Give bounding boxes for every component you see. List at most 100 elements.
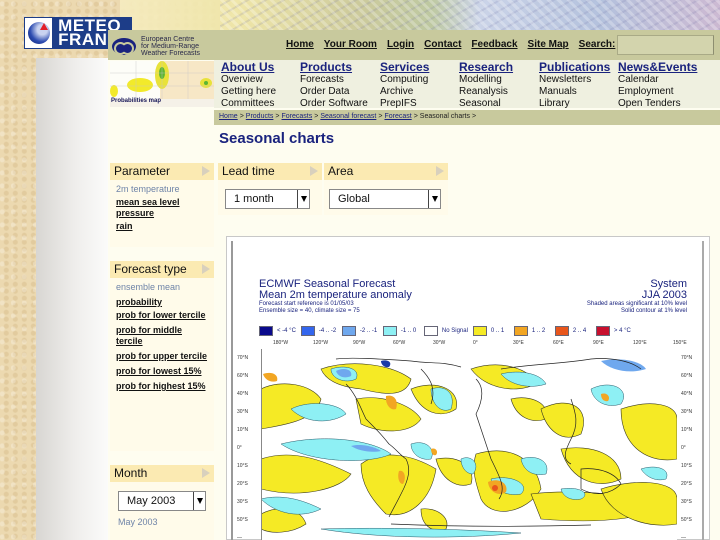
legend-swatch — [341, 326, 356, 336]
legend-swatch — [595, 326, 610, 336]
legend-swatch — [423, 326, 438, 336]
menu-item[interactable]: Library — [539, 98, 610, 110]
menu-item[interactable]: Reanalysis — [459, 86, 513, 98]
meteo-france-globe-icon — [25, 18, 53, 48]
menu-head-about-us[interactable]: About Us — [221, 60, 276, 74]
forecast-type-panel: Forecast type ensemble mean probability … — [110, 261, 214, 451]
menu-head-news-events[interactable]: News&Events — [618, 60, 697, 74]
parameter-option[interactable]: mean sea level pressure — [116, 197, 208, 219]
latitude-label: — — [237, 535, 242, 540]
legend-swatch — [300, 326, 315, 336]
menu-item[interactable]: Committees — [221, 98, 276, 110]
legend-item: > 4 °C — [595, 326, 632, 336]
legend-label: -1 .. 0 — [400, 328, 417, 334]
chart-info-ensemble: Ensemble size = 40, climate size = 75 — [259, 308, 360, 314]
latitude-label: 50°S — [681, 517, 692, 523]
ecmwf-logo[interactable]: European Centre for Medium-Range Weather… — [112, 34, 200, 58]
slide-left-strip — [36, 58, 108, 540]
forecast-type-option[interactable]: probability — [116, 297, 208, 308]
expand-arrow-icon[interactable] — [202, 468, 210, 478]
current-month-label: May 2003 — [118, 517, 158, 527]
menu-item[interactable]: Order Data — [300, 86, 368, 98]
chart-note-contour: Solid contour at 1% level — [620, 308, 687, 314]
legend-item: 1 .. 2 — [513, 326, 550, 336]
parameter-option[interactable]: 2m temperature — [116, 184, 208, 195]
menu-item[interactable]: Modelling — [459, 74, 513, 86]
legend-swatch — [259, 326, 273, 336]
menu-about-us: About Us Overview Getting here Committee… — [221, 60, 276, 110]
expand-arrow-icon[interactable] — [310, 166, 318, 176]
latitude-label: 60°N — [237, 373, 249, 379]
lead-time-panel: Lead time 1 month — [218, 163, 322, 215]
page-title: Seasonal charts — [219, 130, 335, 147]
forecast-type-option[interactable]: ensemble mean — [116, 282, 208, 293]
menu-item[interactable]: Getting here — [221, 86, 276, 98]
menu-head-products[interactable]: Products — [300, 60, 368, 74]
nav-site-map[interactable]: Site Map — [528, 39, 569, 50]
search-input[interactable] — [617, 35, 714, 55]
breadcrumb-link[interactable]: Products — [246, 113, 274, 120]
expand-arrow-icon[interactable] — [202, 166, 210, 176]
area-select[interactable]: Global — [329, 189, 441, 209]
forecast-type-option[interactable]: prob for highest 15% — [116, 381, 208, 392]
nav-home[interactable]: Home — [286, 39, 314, 50]
latitude-label: 10°N — [681, 427, 693, 433]
menu-item[interactable]: Open Tenders — [618, 98, 697, 110]
chart-info-start: Forecast start reference is 01/05/03 — [259, 301, 354, 307]
chevron-down-icon[interactable] — [297, 190, 309, 208]
breadcrumb-link[interactable]: Forecasts — [282, 113, 313, 120]
nav-search-label[interactable]: Search: — [579, 39, 616, 50]
menu-item[interactable]: Calendar — [618, 74, 697, 86]
lead-time-select[interactable]: 1 month — [225, 189, 310, 209]
chevron-down-icon[interactable] — [193, 492, 205, 510]
menu-item[interactable]: Manuals — [539, 86, 610, 98]
legend-swatch — [513, 326, 528, 336]
legend-swatch — [554, 326, 569, 336]
nav-contact[interactable]: Contact — [424, 39, 461, 50]
forecast-type-option[interactable]: prob for middle tercile — [116, 325, 208, 347]
menu-item[interactable]: Seasonal — [459, 98, 513, 110]
legend-label: No Signal — [441, 328, 468, 334]
menu-item[interactable]: Newsletters — [539, 74, 610, 86]
longitude-label: 120°E — [633, 340, 647, 346]
menu-item[interactable]: Computing — [380, 74, 429, 86]
menu-item[interactable]: PrepIFS — [380, 98, 429, 110]
menu-publications: Publications Newsletters Manuals Library — [539, 60, 610, 110]
longitude-label: 90°W — [353, 340, 366, 346]
breadcrumb-link[interactable]: Forecast — [384, 113, 411, 120]
temperature-anomaly-map — [261, 349, 677, 540]
legend-item: 2 .. 4 — [554, 326, 591, 336]
nav-feedback[interactable]: Feedback — [471, 39, 517, 50]
ecmwf-page: European Centre for Medium-Range Weather… — [108, 30, 720, 540]
legend-label: < -4 °C — [277, 328, 296, 334]
parameter-panel-title: Parameter — [114, 164, 171, 178]
expand-arrow-icon[interactable] — [202, 264, 210, 274]
menu-item[interactable]: Order Software — [300, 98, 368, 110]
menu-item[interactable]: Forecasts — [300, 74, 368, 86]
chevron-down-icon[interactable] — [428, 190, 440, 208]
forecast-type-option[interactable]: prob for lowest 15% — [116, 366, 208, 377]
breadcrumb-link[interactable]: Home — [219, 113, 238, 120]
expand-arrow-icon[interactable] — [436, 166, 444, 176]
breadcrumb-link[interactable]: Seasonal forecast — [320, 113, 376, 120]
chart-legend: < -4 °C -4 .. -2 -2 .. -1 -1 .. 0 No Signal 0… — [259, 326, 637, 336]
nav-your-room[interactable]: Your Room — [324, 39, 377, 50]
latitude-label: 20°S — [681, 481, 692, 487]
nav-login[interactable]: Login — [387, 39, 414, 50]
forecast-type-option[interactable]: prob for lower tercile — [116, 310, 208, 321]
chart-period: JJA 2003 — [641, 289, 687, 301]
menu-head-publications[interactable]: Publications — [539, 60, 610, 74]
month-panel-title: Month — [114, 466, 148, 480]
menu-head-services[interactable]: Services — [380, 60, 429, 74]
forecast-type-option[interactable]: prob for upper tercile — [116, 351, 208, 362]
menu-products: Products Forecasts Order Data Order Soft… — [300, 60, 368, 110]
menu-item[interactable]: Overview — [221, 74, 276, 86]
month-select[interactable]: May 2003 — [118, 491, 206, 511]
top-nav: Home Your Room Login Contact Feedback Si… — [286, 39, 615, 50]
menu-head-research[interactable]: Research — [459, 60, 513, 74]
legend-item: -2 .. -1 — [341, 326, 378, 336]
menu-item[interactable]: Employment — [618, 86, 697, 98]
probabilities-thumbnail[interactable]: Probabilities map — [110, 61, 214, 107]
menu-item[interactable]: Archive — [380, 86, 429, 98]
parameter-option[interactable]: rain — [116, 221, 208, 232]
